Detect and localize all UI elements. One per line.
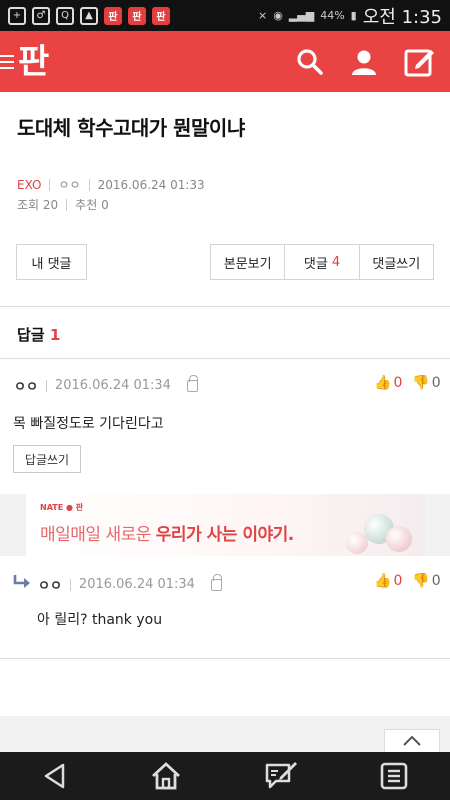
comment-votes: 👍 0 👎 0 (374, 375, 441, 391)
divider (0, 306, 450, 307)
post-stats: 조회 20 추천 0 (17, 196, 109, 213)
dislike-button[interactable]: 👎 0 (412, 375, 440, 391)
thumbs-down-icon: 👎 (412, 375, 430, 391)
comment-body: 아 릴리? thank you (37, 612, 163, 628)
write-comment-button[interactable]: 댓글쓰기 (360, 245, 433, 279)
mute-icon: ⨯ (258, 9, 268, 22)
ad-banner[interactable]: NATE ● 판 매일매일 새로운 우리가 사는 이야기. (0, 494, 450, 556)
comments-button[interactable]: 댓글 4 (285, 245, 360, 279)
post-meta: EXO ㅇㅇ 2016.06.24 01:33 (17, 176, 205, 193)
reply-arrow-icon (13, 575, 30, 588)
post-title: 도대체 학수고대가 뭔말이냐 (17, 116, 245, 140)
search-icon[interactable] (296, 48, 324, 76)
pann-notification-icon: 판 (152, 6, 170, 25)
replies-count: 1 (49, 326, 61, 344)
chevron-up-icon (403, 735, 421, 746)
comments-label: 댓글 (303, 256, 328, 272)
user-icon[interactable] (350, 48, 378, 76)
replies-heading: 답글 1 (17, 324, 60, 345)
gender-icon: ♂ (32, 6, 50, 25)
comment-write-icon[interactable] (264, 761, 298, 791)
view-body-label: 본문보기 (223, 256, 272, 272)
image-icon: ▲ (80, 6, 98, 25)
separator (66, 198, 68, 211)
replies-label: 답글 (17, 326, 45, 344)
post-views: 조회 20 (17, 198, 59, 212)
battery-icon: ▮ (350, 9, 357, 22)
like-count: 0 (393, 375, 403, 391)
pann-notification-icon: 판 (128, 6, 146, 25)
menu-list-icon[interactable] (379, 761, 409, 791)
thumbs-up-icon: 👍 (374, 375, 392, 391)
divider (0, 658, 450, 659)
comment-date: 2016.06.24 01:34 (78, 577, 195, 592)
pearl-decoration (386, 526, 412, 552)
back-icon[interactable] (41, 762, 69, 790)
comments-count: 4 (331, 254, 341, 270)
dislike-button[interactable]: 👎 0 (412, 573, 440, 589)
lock-icon (186, 374, 198, 392)
thumbs-down-icon: 👎 (412, 573, 430, 589)
post-category[interactable]: EXO (17, 178, 41, 192)
wifi-icon: ◉ (273, 9, 283, 22)
comment-body: 목 빠질정도로 기다린다고 (13, 416, 164, 432)
separator (45, 379, 47, 392)
dislike-count: 0 (431, 375, 441, 391)
like-button[interactable]: 👍 0 (374, 573, 402, 589)
ad-text-bold: 우리가 사는 이야기. (155, 525, 294, 545)
battery-percent: 44% (320, 9, 345, 22)
page-footer (0, 716, 450, 752)
ad-brand: NATE ● 판 (40, 503, 84, 512)
like-count: 0 (393, 573, 403, 589)
comment-meta: ㅇㅇ 2016.06.24 01:34 (14, 374, 198, 395)
home-icon[interactable] (150, 761, 182, 791)
post-author: ㅇㅇ (58, 178, 81, 192)
post-date: 2016.06.24 01:33 (97, 177, 205, 192)
write-reply-button[interactable]: 답글쓰기 (13, 445, 81, 473)
app-logo[interactable]: 판 (18, 45, 49, 79)
clock: 오전 1:35 (362, 6, 442, 28)
separator (49, 178, 51, 191)
app-header: 판 (0, 31, 450, 92)
thumbs-up-icon: 👍 (374, 573, 392, 589)
write-comment-label: 댓글쓰기 (372, 256, 421, 272)
divider (0, 358, 450, 359)
pearl-decoration (346, 532, 368, 554)
comment-date: 2016.06.24 01:34 (54, 378, 171, 393)
post-recommends: 추천 0 (75, 198, 109, 212)
view-body-button[interactable]: 본문보기 (211, 245, 286, 279)
add-icon: + (8, 6, 26, 25)
pann-notification-icon: 판 (104, 6, 122, 25)
menu-icon[interactable] (0, 52, 16, 72)
status-bar: + ♂ Q ▲ 판 판 판 ⨯ ◉ ▂▄▆ 44% ▮ 오전 1:35 (0, 0, 450, 31)
dislike-count: 0 (431, 573, 441, 589)
scroll-top-button[interactable] (384, 729, 440, 753)
post-action-buttons: 본문보기 댓글 4 댓글쓰기 (210, 244, 434, 280)
ad-text-plain: 매일매일 새로운 (40, 525, 156, 545)
write-icon[interactable] (404, 47, 436, 77)
ad-content[interactable]: NATE ● 판 매일매일 새로운 우리가 사는 이야기. (26, 494, 425, 556)
separator (69, 578, 71, 591)
ad-text: 매일매일 새로운 우리가 사는 이야기. (40, 520, 294, 545)
search-app-icon: Q (56, 6, 74, 25)
navigation-bar (0, 752, 450, 800)
lock-icon (210, 573, 222, 591)
my-comments-button[interactable]: 내 댓글 (16, 244, 87, 280)
comment-author: ㅇㅇ (14, 380, 38, 395)
comment-author: ㅇㅇ (38, 579, 62, 594)
separator (88, 178, 90, 191)
comment-votes: 👍 0 👎 0 (374, 573, 441, 589)
like-button[interactable]: 👍 0 (374, 375, 402, 391)
comment-meta: ㅇㅇ 2016.06.24 01:34 (38, 573, 222, 594)
signal-icon: ▂▄▆ (288, 9, 315, 22)
